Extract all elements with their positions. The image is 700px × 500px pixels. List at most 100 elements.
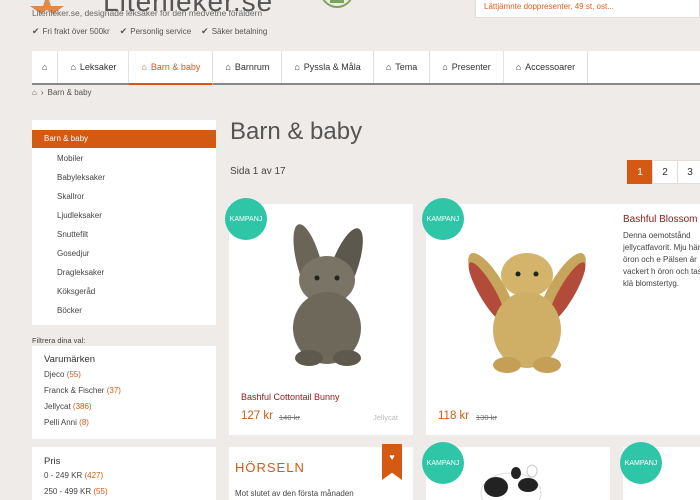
- sidebar-item-mobiler[interactable]: Mobiler: [57, 154, 83, 163]
- filter-option[interactable]: Djeco (55): [44, 370, 81, 379]
- usp-list: ✔ Fri frakt över 500kr ✔ Personlig service…: [32, 26, 267, 37]
- sidebar-item-bocker[interactable]: Böcker: [57, 306, 82, 315]
- nav-item-presenter[interactable]: ⌂ Presenter: [430, 51, 504, 83]
- checkmark-icon: ✔: [119, 26, 128, 36]
- home-icon: ⌂: [294, 62, 300, 72]
- sidebar-item-koksgerad[interactable]: Köksgeråd: [57, 287, 95, 296]
- usp-label: Fri frakt över 500kr: [42, 27, 110, 36]
- sidebar-item-ljudleksaker[interactable]: Ljudleksaker: [57, 211, 102, 220]
- filter-option-label: Jellycat: [44, 402, 71, 411]
- filter-option-label: 250 - 499 KR: [44, 487, 92, 496]
- product-card[interactable]: Bashful Cottontail Bunny 127 kr 140 kr J…: [229, 204, 413, 435]
- filter-option-label: Pelli Anni: [44, 418, 77, 427]
- nav-item-pyssla-mala[interactable]: ⌂ Pyssla & Måla: [282, 51, 374, 83]
- filter-option[interactable]: Jellycat (386): [44, 402, 92, 411]
- home-icon: ⌂: [70, 62, 76, 72]
- home-icon: ⌂: [385, 62, 392, 72]
- campaign-badge: KAMPANJ: [620, 442, 662, 484]
- nav-item-accessoarer[interactable]: ⌂ Accessoarer: [504, 51, 589, 83]
- nav-label: Accessoarer: [525, 62, 576, 72]
- page-button[interactable]: 2: [652, 160, 678, 184]
- sidebar-item-babyleksaker[interactable]: Babyleksaker: [57, 173, 105, 182]
- nav-label: Pyssla & Måla: [303, 62, 361, 72]
- product-description: Denna oemotstånd jellycatfavorit. Mju hä…: [623, 231, 700, 288]
- campaign-badge: KAMPANJ: [422, 442, 464, 484]
- product-image[interactable]: [442, 230, 602, 380]
- page-button[interactable]: 3: [677, 160, 700, 184]
- main-nav: ⌂ ⌂ Leksaker ⌂ Barn & baby ⌂ Barnrum ⌂ Pyssl…: [32, 51, 700, 85]
- home-icon: ⌂: [141, 62, 147, 72]
- filter-option-count: (386): [72, 402, 92, 411]
- filter-option[interactable]: Pelli Anni (8): [44, 418, 89, 427]
- sidebar-item-dragleksaker[interactable]: Dragleksaker: [57, 268, 104, 277]
- product-price: 118 kr: [438, 410, 470, 422]
- filter-option-count: (55): [93, 487, 108, 496]
- filter-option-count: (8): [79, 418, 89, 427]
- category-sidebar: Barn & baby Mobiler Babyleksaker Skallro…: [32, 120, 216, 325]
- home-icon[interactable]: ⌂: [32, 88, 37, 97]
- sidebar-item-skallror[interactable]: Skallror: [57, 192, 84, 201]
- campaign-badge: KAMPANJ: [225, 198, 267, 240]
- breadcrumb: ⌂ › Barn & baby: [32, 88, 92, 97]
- filter-heading: Pris: [44, 456, 61, 467]
- pagination: 1 2 3: [627, 160, 700, 184]
- filter-heading: Varumärken: [44, 354, 96, 365]
- tagline: Litenleker.se, designade leksaker för de…: [32, 8, 263, 18]
- nav-item-barn-baby[interactable]: ⌂ Barn & baby: [129, 51, 214, 85]
- home-icon: ⌂: [442, 62, 448, 72]
- product-card[interactable]: Bashful Blossom Denna oemotstånd jellyca…: [426, 204, 700, 435]
- info-card-title[interactable]: HÖRSELN: [235, 460, 305, 475]
- product-image[interactable]: [456, 463, 566, 500]
- sidebar-item-gosedjur[interactable]: Gosedjur: [57, 249, 89, 258]
- nav-label: Barnrum: [234, 62, 270, 72]
- breadcrumb-separator-icon: ›: [40, 88, 44, 97]
- filter-option-label: Djeco: [44, 370, 65, 379]
- product-price: 127 kr: [241, 410, 273, 422]
- product-brand: Jellycat: [373, 413, 399, 422]
- page-count: Sida 1 av 17: [230, 166, 286, 177]
- brand-filter: Varumärken Djeco (55) Franck & Fischer (…: [32, 346, 216, 439]
- filter-option-label: 0 - 249 KR: [44, 471, 83, 480]
- nav-label: Leksaker: [79, 62, 117, 72]
- nav-label: Barn & baby: [150, 62, 201, 72]
- filter-option[interactable]: 0 - 249 KR (427): [44, 471, 103, 480]
- page-title: Barn & baby: [230, 118, 363, 145]
- checkmark-icon: ✔: [32, 26, 40, 36]
- breadcrumb-current[interactable]: Barn & baby: [48, 88, 92, 97]
- price-filter: Pris 0 - 249 KR (427) 250 - 499 KR (55): [32, 447, 216, 500]
- usp-item: ✔ Säker betalning: [201, 26, 267, 37]
- usp-label: Personlig service: [130, 27, 192, 36]
- promo-box[interactable]: Lättjämnte doppresenter, 49 st, ost...: [475, 0, 700, 18]
- home-icon: ⌂: [515, 62, 522, 72]
- filter-option[interactable]: Franck & Fischer (37): [44, 386, 121, 395]
- nav-home[interactable]: ⌂: [32, 51, 59, 83]
- eco-seal-mark: [330, 0, 344, 3]
- page-button[interactable]: 1: [627, 160, 653, 184]
- product-name[interactable]: Bashful Blossom: [623, 214, 697, 225]
- checkmark-icon: ✔: [201, 26, 209, 36]
- promo-text[interactable]: Lättjämnte doppresenter, 49 st, ost...: [484, 2, 614, 11]
- info-card-text: Mot slutet av den första månaden: [235, 489, 354, 498]
- usp-item: ✔ Fri frakt över 500kr: [32, 26, 110, 37]
- nav-item-tema[interactable]: ⌂ Tema: [374, 51, 431, 83]
- filter-option-count: (55): [66, 370, 81, 379]
- usp-label: Säker betalning: [211, 27, 268, 36]
- product-name[interactable]: Bashful Cottontail Bunny: [241, 392, 340, 402]
- campaign-badge: KAMPANJ: [422, 198, 464, 240]
- sidebar-item-barn-baby[interactable]: Barn & baby: [32, 130, 216, 148]
- product-image[interactable]: [249, 218, 399, 368]
- filter-option-label: Franck & Fischer: [44, 386, 105, 395]
- nav-item-barnrum[interactable]: ⌂ Barnrum: [213, 51, 283, 83]
- filter-title: Filtrera dina val:: [32, 336, 86, 345]
- sidebar-item-snuttefilt[interactable]: Snuttefilt: [57, 230, 88, 239]
- product-old-price: 140 kr: [279, 413, 300, 422]
- home-icon: ⌂: [42, 62, 48, 72]
- filter-option[interactable]: 250 - 499 KR (55): [44, 487, 108, 496]
- nav-item-leksaker[interactable]: ⌂ Leksaker: [58, 51, 130, 83]
- nav-label: Tema: [395, 62, 418, 72]
- nav-label: Presenter: [451, 62, 491, 72]
- filter-option-count: (427): [84, 471, 104, 480]
- product-old-price: 130 kr: [476, 413, 497, 422]
- home-icon: ⌂: [225, 62, 231, 72]
- usp-item: ✔ Personlig service: [120, 26, 191, 37]
